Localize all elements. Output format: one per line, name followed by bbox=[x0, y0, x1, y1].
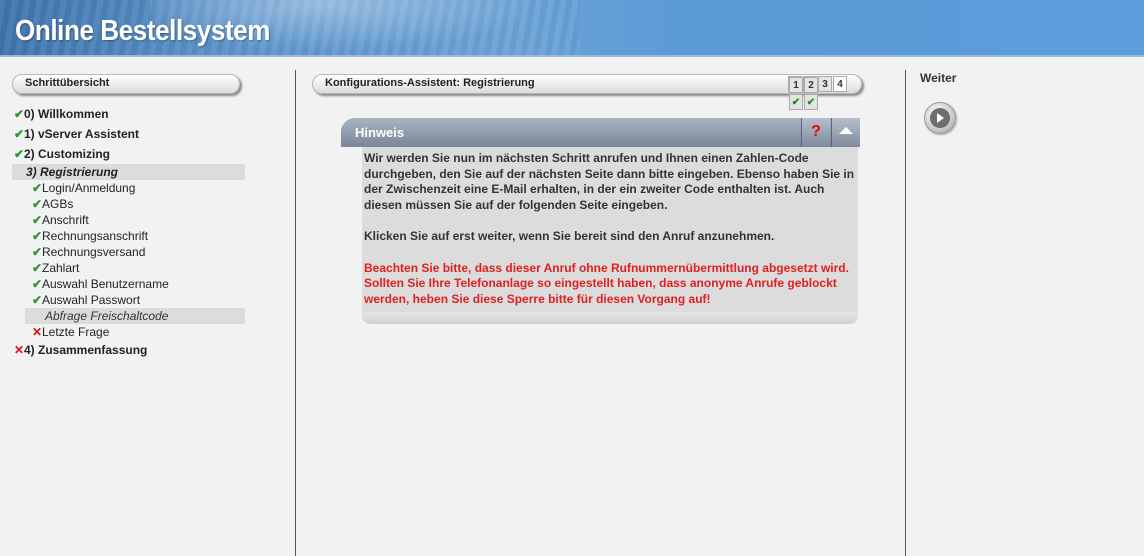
substep-label: Auswahl Benutzername bbox=[42, 277, 169, 291]
main-title-bar: Konfigurations-Assistent: Registrierung … bbox=[312, 74, 862, 110]
substep-passwort[interactable]: ✔Auswahl Passwort bbox=[12, 292, 252, 308]
step-indicator-3[interactable]: 3 bbox=[818, 76, 832, 92]
substep-label: Rechnungsanschrift bbox=[42, 229, 149, 243]
check-icon: ✔ bbox=[32, 181, 43, 195]
hinweis-footer bbox=[362, 312, 858, 324]
step-customizing[interactable]: ✔2) Customizing bbox=[12, 144, 252, 164]
app-title: Online Bestellsystem bbox=[15, 15, 271, 47]
check-icon: ✔ bbox=[14, 127, 25, 141]
weiter-label: Weiter bbox=[920, 71, 957, 85]
substep-rechnungsversand[interactable]: ✔Rechnungsversand bbox=[12, 244, 252, 260]
step-indicator-2[interactable]: 2✔ bbox=[803, 76, 818, 110]
substep-letzte-frage[interactable]: ✕Letzte Frage bbox=[12, 324, 252, 340]
arrow-right-icon bbox=[930, 108, 950, 128]
main-title: Konfigurations-Assistent: Registrierung bbox=[325, 77, 535, 89]
step-registrierung[interactable]: 3) Registrierung bbox=[12, 164, 245, 180]
check-icon: ✔ bbox=[32, 213, 43, 227]
step-zusammenfassung[interactable]: ✕4) Zusammenfassung bbox=[12, 340, 252, 360]
step-indicator: 1✔ 2✔ 3 4 bbox=[788, 76, 847, 110]
step-label: 4) Zusammenfassung bbox=[24, 343, 148, 357]
arrow-up-icon bbox=[839, 126, 853, 134]
step-willkommen[interactable]: ✔0) Willkommen bbox=[12, 104, 252, 124]
substep-label: AGBs bbox=[42, 197, 74, 211]
column-divider-left bbox=[295, 70, 296, 556]
step-number: 2 bbox=[804, 77, 818, 93]
substep-rechnungsanschrift[interactable]: ✔Rechnungsanschrift bbox=[12, 228, 252, 244]
help-button[interactable]: ? bbox=[801, 118, 830, 147]
weiter-button[interactable] bbox=[924, 102, 956, 134]
hinweis-warning: Beachten Sie bitte, dass dieser Anruf oh… bbox=[364, 260, 849, 306]
app-header: Online Bestellsystem bbox=[0, 0, 1144, 57]
check-icon: ✔ bbox=[32, 197, 43, 211]
hinweis-text-2: Klicken Sie auf erst weiter, wenn Sie be… bbox=[364, 229, 775, 243]
substep-login[interactable]: ✔Login/Anmeldung bbox=[12, 180, 252, 196]
substep-anschrift[interactable]: ✔Anschrift bbox=[12, 212, 252, 228]
substep-label: Letzte Frage bbox=[42, 325, 110, 339]
help-icon: ? bbox=[811, 123, 821, 140]
cross-icon: ✕ bbox=[32, 325, 43, 339]
hinweis-title: Hinweis bbox=[355, 125, 405, 140]
check-icon: ✔ bbox=[32, 277, 43, 291]
step-label: 1) vServer Assistent bbox=[24, 127, 139, 141]
check-icon: ✔ bbox=[32, 229, 43, 243]
check-icon: ✔ bbox=[789, 94, 803, 110]
check-icon: ✔ bbox=[14, 147, 25, 161]
substep-freischaltcode[interactable]: Abfrage Freischaltcode bbox=[25, 308, 245, 324]
hinweis-body: Wir werden Sie nun im nächsten Schritt a… bbox=[362, 147, 858, 312]
substep-zahlart[interactable]: ✔Zahlart bbox=[12, 260, 252, 276]
step-number: 1 bbox=[789, 77, 803, 93]
step-vserver-assistent[interactable]: ✔1) vServer Assistent bbox=[12, 124, 252, 144]
substep-label: Auswahl Passwort bbox=[42, 293, 141, 307]
substep-label: Login/Anmeldung bbox=[42, 181, 136, 195]
step-label: 0) Willkommen bbox=[24, 107, 109, 121]
step-indicator-1[interactable]: 1✔ bbox=[788, 76, 803, 110]
check-icon: ✔ bbox=[32, 293, 43, 307]
substep-label: Rechnungsversand bbox=[42, 245, 146, 259]
step-overview: ✔0) Willkommen ✔1) vServer Assistent ✔2)… bbox=[12, 104, 252, 360]
substep-label: Abfrage Freischaltcode bbox=[45, 309, 169, 323]
sidebar-title-label: Schrittübersicht bbox=[25, 77, 110, 89]
substep-benutzername[interactable]: ✔Auswahl Benutzername bbox=[12, 276, 252, 292]
hinweis-header: Hinweis ? bbox=[341, 118, 860, 147]
sidebar-title: Schrittübersicht bbox=[12, 74, 240, 94]
substep-label: Anschrift bbox=[42, 213, 89, 227]
check-icon: ✔ bbox=[14, 107, 25, 121]
check-icon: ✔ bbox=[32, 245, 43, 259]
hinweis-text-1: Wir werden Sie nun im nächsten Schritt a… bbox=[364, 151, 855, 212]
step-label: 3) Registrierung bbox=[26, 165, 119, 179]
check-icon: ✔ bbox=[32, 261, 43, 275]
cross-icon: ✕ bbox=[14, 343, 25, 357]
step-label: 2) Customizing bbox=[24, 147, 110, 161]
collapse-button[interactable] bbox=[831, 118, 860, 147]
substep-agbs[interactable]: ✔AGBs bbox=[12, 196, 252, 212]
substep-label: Zahlart bbox=[42, 261, 80, 275]
column-divider-right bbox=[905, 70, 906, 556]
step-indicator-4[interactable]: 4 bbox=[833, 76, 847, 92]
check-icon: ✔ bbox=[804, 94, 818, 110]
